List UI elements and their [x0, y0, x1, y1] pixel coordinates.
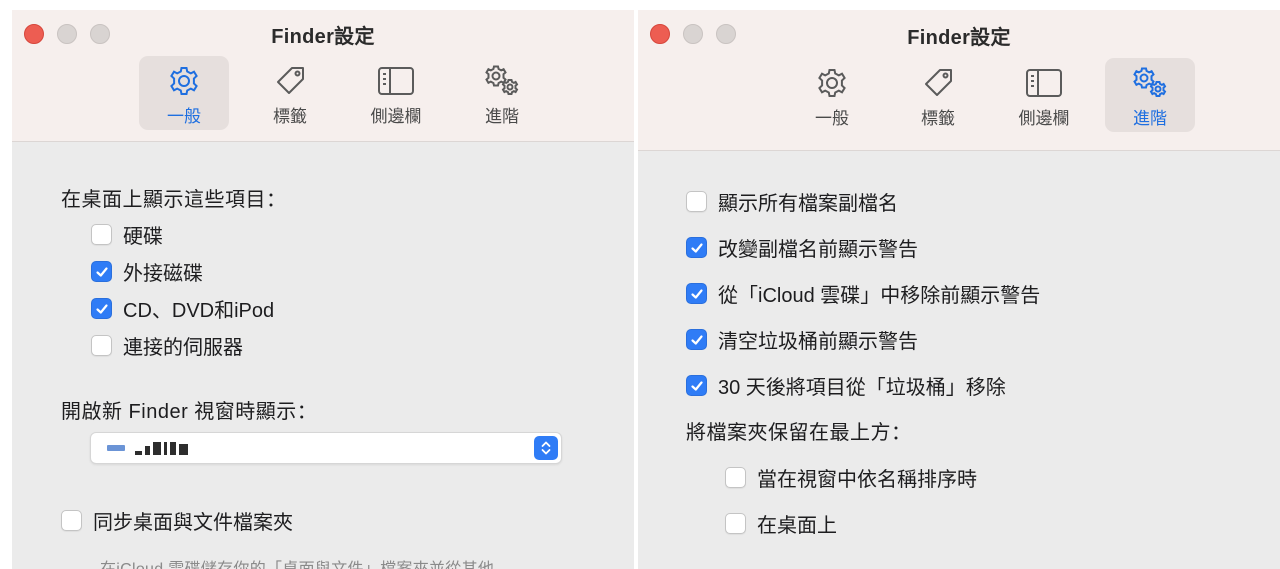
tab-tags[interactable]: 標籤 — [245, 56, 335, 130]
checkmark-icon — [690, 334, 703, 345]
tab-advanced[interactable]: 進階 — [457, 56, 547, 130]
checkbox-label: 清空垃圾桶前顯示警告 — [718, 331, 918, 353]
gear-icon — [170, 67, 198, 95]
checkbox-label: 硬碟 — [123, 226, 163, 248]
checkbox-label: 改變副檔名前顯示警告 — [718, 239, 918, 261]
checkbox-folders-top-desktop[interactable]: 在桌面上 — [725, 509, 837, 538]
tab-label: 一般 — [815, 109, 849, 128]
checkbox-show-extensions[interactable]: 顯示所有檔案副檔名 — [686, 187, 898, 216]
finder-settings-window-general: Finder設定 一般 標籤 側邊欄 進階 在桌面上顯示這些項目： 硬碟 外接磁… — [12, 10, 634, 569]
preferences-toolbar: 一般 標籤 側邊欄 進階 — [787, 58, 1195, 132]
checkbox-label: 30 天後將項目從「垃圾桶」移除 — [718, 377, 1006, 399]
tab-advanced[interactable]: 進階 — [1105, 58, 1195, 132]
sidebar-icon — [378, 67, 414, 95]
sync-description: 在iCloud 雲碟儲存你的「桌面與文件」檔案夾並從其他 — [100, 555, 494, 569]
checkbox-unchecked[interactable] — [91, 224, 112, 245]
preferences-toolbar: 一般 標籤 側邊欄 進階 — [139, 56, 547, 130]
checkmark-icon — [690, 288, 703, 299]
checkbox-remove-trash-30-days[interactable]: 30 天後將項目從「垃圾桶」移除 — [686, 371, 1006, 400]
checkbox-checked[interactable] — [686, 375, 707, 396]
tab-sidebar[interactable]: 側邊欄 — [351, 56, 441, 130]
tab-label: 進階 — [485, 107, 519, 126]
general-pane: 在桌面上顯示這些項目： 硬碟 外接磁碟 CD、DVD和iPod 連接的伺服器 開… — [12, 143, 634, 569]
checkmark-icon — [95, 303, 108, 314]
tab-tags[interactable]: 標籤 — [893, 58, 983, 132]
checkbox-label: 連接的伺服器 — [123, 337, 243, 359]
folder-icon — [107, 445, 125, 451]
checkbox-label: 在桌面上 — [757, 515, 837, 537]
advanced-pane: 顯示所有檔案副檔名 改變副檔名前顯示警告 從「iCloud 雲碟」中移除前顯示警… — [638, 152, 1280, 569]
redacted-value — [135, 441, 188, 455]
checkbox-label: 當在視窗中依名稱排序時 — [757, 469, 977, 491]
tab-label: 側邊欄 — [1018, 109, 1070, 128]
tab-label: 一般 — [167, 107, 201, 126]
checkbox-unchecked[interactable] — [686, 191, 707, 212]
checkmark-icon — [690, 242, 703, 253]
gears-icon — [485, 65, 519, 95]
checkbox-checked[interactable] — [91, 261, 112, 282]
tab-label: 標籤 — [921, 109, 955, 128]
checkbox-connected-servers[interactable]: 連接的伺服器 — [91, 331, 243, 360]
tab-general[interactable]: 一般 — [787, 58, 877, 132]
new-window-heading: 開啟新 Finder 視窗時顯示： — [61, 401, 318, 423]
tab-label: 標籤 — [273, 107, 307, 126]
checkbox-warn-icloud-remove[interactable]: 從「iCloud 雲碟」中移除前顯示警告 — [686, 279, 1040, 308]
desktop-items-heading: 在桌面上顯示這些項目： — [61, 189, 287, 211]
tab-label: 進階 — [1133, 109, 1167, 128]
checkbox-checked[interactable] — [686, 283, 707, 304]
tab-general[interactable]: 一般 — [139, 56, 229, 130]
checkbox-label: 同步桌面與文件檔案夾 — [93, 512, 293, 534]
checkbox-unchecked[interactable] — [725, 467, 746, 488]
gear-icon — [818, 69, 846, 97]
checkbox-unchecked[interactable] — [91, 335, 112, 356]
tag-icon — [277, 67, 304, 94]
checkbox-checked[interactable] — [91, 298, 112, 319]
window-title: Finder設定 — [907, 27, 1011, 49]
checkbox-label: 從「iCloud 雲碟」中移除前顯示警告 — [718, 285, 1041, 307]
checkbox-folders-top-windows[interactable]: 當在視窗中依名稱排序時 — [725, 463, 977, 492]
checkbox-checked[interactable] — [686, 237, 707, 258]
window-titlebar: Finder設定 一般 標籤 側邊欄 進階 — [638, 10, 1280, 151]
sidebar-icon — [1026, 69, 1062, 97]
window-titlebar: Finder設定 一般 標籤 側邊欄 進階 — [12, 10, 634, 142]
gears-icon — [1133, 67, 1167, 97]
tag-icon — [925, 69, 952, 96]
checkbox-label: 顯示所有檔案副檔名 — [718, 193, 898, 215]
select-stepper-icon[interactable] — [534, 436, 558, 460]
checkbox-sync-desktop-documents[interactable]: 同步桌面與文件檔案夾 — [61, 506, 293, 535]
checkmark-icon — [690, 380, 703, 391]
keep-folders-heading: 將檔案夾保留在最上方： — [686, 422, 912, 444]
checkbox-external-disks[interactable]: 外接磁碟 — [91, 257, 203, 286]
checkbox-label: 外接磁碟 — [123, 263, 203, 285]
tab-sidebar[interactable]: 側邊欄 — [999, 58, 1089, 132]
checkbox-checked[interactable] — [686, 329, 707, 350]
new-window-location-select[interactable] — [90, 432, 562, 464]
checkmark-icon — [95, 266, 108, 277]
checkbox-label: CD、DVD和iPod — [123, 300, 275, 322]
checkbox-warn-empty-trash[interactable]: 清空垃圾桶前顯示警告 — [686, 325, 918, 354]
checkbox-hard-disks[interactable]: 硬碟 — [91, 220, 163, 249]
checkbox-unchecked[interactable] — [725, 513, 746, 534]
window-title: Finder設定 — [271, 26, 375, 48]
finder-settings-window-advanced: Finder設定 一般 標籤 側邊欄 進階 顯示所有檔案副檔名 改變副檔名前顯示… — [638, 10, 1280, 569]
checkbox-cd-dvd-ipod[interactable]: CD、DVD和iPod — [91, 294, 274, 323]
checkbox-warn-change-extension[interactable]: 改變副檔名前顯示警告 — [686, 233, 918, 262]
checkbox-unchecked[interactable] — [61, 510, 82, 531]
tab-label: 側邊欄 — [370, 107, 422, 126]
